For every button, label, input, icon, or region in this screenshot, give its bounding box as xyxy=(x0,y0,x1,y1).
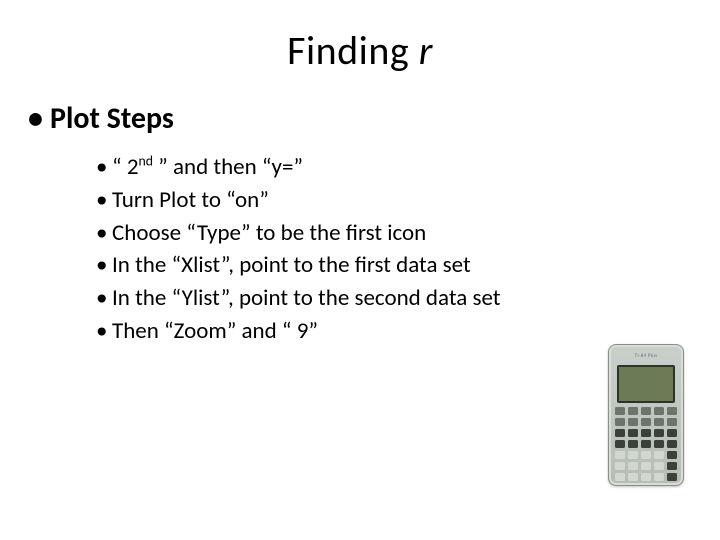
step-text: “ 2nd ” and then “y=” xyxy=(112,153,303,181)
bullet-level2: • xyxy=(96,185,112,216)
bullet-level2: • xyxy=(96,316,112,347)
step-text: In the “Ylist”, point to the second data… xyxy=(112,284,500,312)
list-item: •Choose “Type” to be the first icon xyxy=(96,218,656,249)
title-text: Finding xyxy=(287,26,419,75)
list-item: •“ 2nd ” and then “y=” xyxy=(96,152,656,183)
bullet-level2: • xyxy=(96,218,112,249)
calculator-keypad xyxy=(615,407,677,477)
bullet-level2: • xyxy=(96,283,112,314)
calculator-image: TI-84 Plus xyxy=(608,344,684,486)
bullet-level2: • xyxy=(96,250,112,281)
step-text: Then “Zoom” and “ 9” xyxy=(112,317,318,345)
step-text: Choose “Type” to be the first icon xyxy=(112,219,426,247)
section-heading-text: Plot Steps xyxy=(50,100,174,137)
list-item: •In the “Xlist”, point to the first data… xyxy=(96,250,656,281)
steps-list: •“ 2nd ” and then “y=” •Turn Plot to “on… xyxy=(96,152,656,349)
slide-title: Finding r xyxy=(0,26,720,75)
step-text: In the “Xlist”, point to the first data … xyxy=(112,251,471,279)
calculator-brand: TI-84 Plus xyxy=(617,353,675,363)
calculator-screen xyxy=(617,365,675,403)
bullet-level2: • xyxy=(96,152,112,183)
list-item: •In the “Ylist”, point to the second dat… xyxy=(96,283,656,314)
title-variable-r: r xyxy=(419,26,433,75)
list-item: •Then “Zoom” and “ 9” xyxy=(96,316,656,347)
bullet-level1: • xyxy=(28,100,50,137)
step-text: Turn Plot to “on” xyxy=(112,186,269,214)
section-heading: •Plot Steps xyxy=(28,100,174,137)
list-item: •Turn Plot to “on” xyxy=(96,185,656,216)
